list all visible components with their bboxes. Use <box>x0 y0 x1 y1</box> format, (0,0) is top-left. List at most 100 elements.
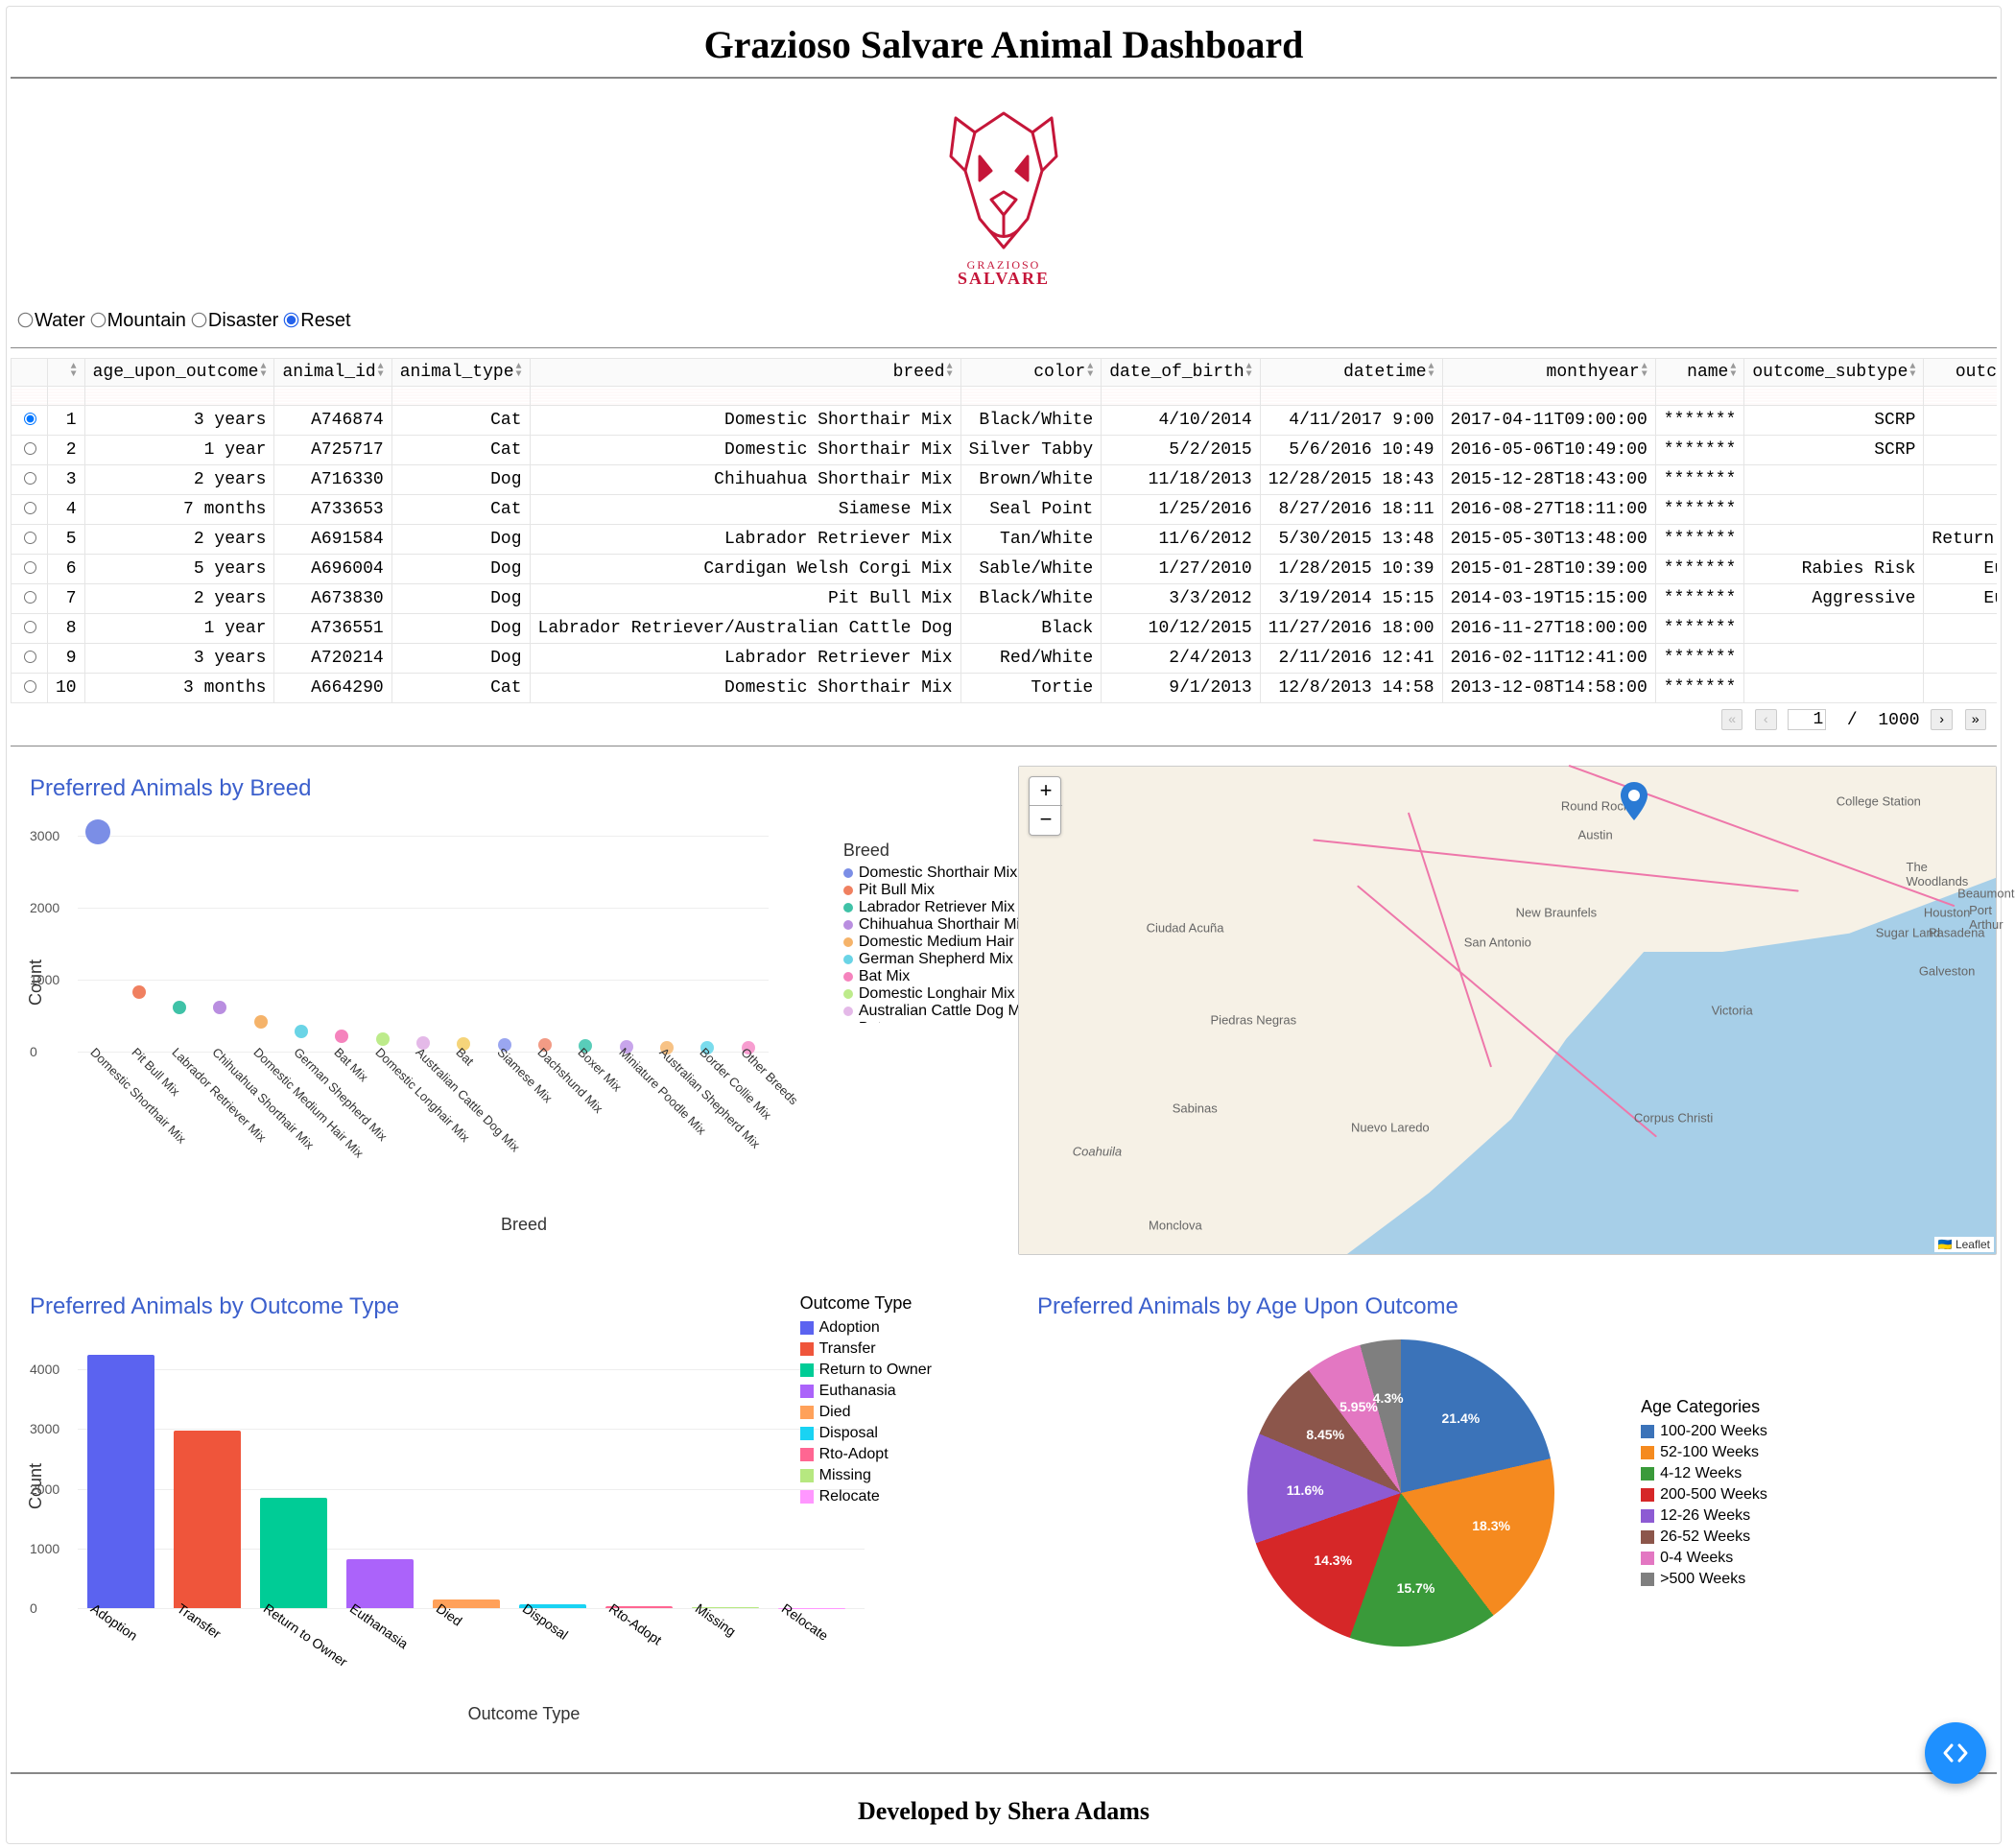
filter-cell[interactable] <box>84 387 274 406</box>
col-datetime[interactable]: datetime▲▼ <box>1260 359 1442 387</box>
pie-chart[interactable]: 21.4%18.3%15.7%14.3%11.6%8.45%5.95%4.3% <box>1247 1339 1554 1647</box>
filter-label[interactable]: Reset <box>300 310 350 331</box>
legend-item[interactable]: Bat <box>843 1020 1042 1023</box>
scatter-point[interactable] <box>376 1032 390 1046</box>
legend-item[interactable]: Bat Mix <box>843 968 1042 985</box>
filter-cell[interactable] <box>1102 387 1260 406</box>
scatter-point[interactable] <box>173 1001 186 1014</box>
legend-item[interactable]: Transfer <box>800 1339 932 1360</box>
filter-mountain[interactable] <box>90 313 106 328</box>
row-select[interactable] <box>24 442 36 455</box>
legend-item[interactable]: Labrador Retriever Mix <box>843 899 1042 916</box>
table-row[interactable]: 21 yearA725717CatDomestic Shorthair MixS… <box>12 436 1998 465</box>
scatter-point[interactable] <box>85 819 110 844</box>
col-name[interactable]: name▲▼ <box>1655 359 1744 387</box>
legend-item[interactable]: Missing <box>800 1465 932 1486</box>
zoom-in-button[interactable]: + <box>1030 777 1062 806</box>
legend-item[interactable]: 0-4 Weeks <box>1641 1548 1767 1569</box>
legend-item[interactable]: Rto-Adopt <box>800 1444 932 1465</box>
bar[interactable] <box>174 1431 241 1608</box>
row-select[interactable] <box>24 472 36 485</box>
scatter-point[interactable] <box>335 1030 348 1043</box>
filter-water[interactable] <box>18 313 34 328</box>
legend-item[interactable]: Pit Bull Mix <box>843 882 1042 899</box>
scatter-chart[interactable]: BreedDomestic Shorthair MixPit Bull MixL… <box>78 821 769 1052</box>
legend-item[interactable]: 26-52 Weeks <box>1641 1527 1767 1548</box>
filter-cell[interactable] <box>391 387 530 406</box>
legend-item[interactable]: German Shepherd Mix <box>843 951 1042 968</box>
col-date_of_birth[interactable]: date_of_birth▲▼ <box>1102 359 1260 387</box>
col-color[interactable]: color▲▼ <box>960 359 1102 387</box>
bar[interactable] <box>87 1355 154 1608</box>
legend-item[interactable]: >500 Weeks <box>1641 1569 1767 1590</box>
bar-chart[interactable]: 01000200030004000AdoptionTransferReturn … <box>78 1339 865 1608</box>
legend-item[interactable]: Domestic Medium Hair Mix <box>843 934 1042 951</box>
pager-first[interactable]: « <box>1721 709 1742 730</box>
table-row[interactable]: 52 yearsA691584DogLabrador Retriever Mix… <box>12 525 1998 555</box>
legend-item[interactable]: 200-500 Weeks <box>1641 1484 1767 1505</box>
filter-cell[interactable] <box>1442 387 1655 406</box>
filter-disaster[interactable] <box>192 313 207 328</box>
filter-cell[interactable] <box>1924 387 1997 406</box>
row-select[interactable] <box>24 561 36 574</box>
col-animal_type[interactable]: animal_type▲▼ <box>391 359 530 387</box>
scatter-point[interactable] <box>254 1015 268 1029</box>
row-select[interactable] <box>24 621 36 633</box>
row-select[interactable] <box>24 651 36 663</box>
legend-item[interactable]: 52-100 Weeks <box>1641 1442 1767 1463</box>
filter-cell[interactable] <box>48 387 85 406</box>
bar[interactable] <box>260 1498 327 1608</box>
row-select[interactable] <box>24 591 36 604</box>
legend-item[interactable]: Chihuahua Shorthair Mix <box>843 916 1042 934</box>
row-select[interactable] <box>24 680 36 693</box>
table-row[interactable]: 72 yearsA673830DogPit Bull MixBlack/Whit… <box>12 584 1998 614</box>
row-select[interactable] <box>24 502 36 514</box>
filter-cell[interactable] <box>960 387 1102 406</box>
legend-item[interactable]: Domestic Longhair Mix <box>843 985 1042 1003</box>
map-marker[interactable] <box>1621 782 1648 825</box>
legend-item[interactable]: Domestic Shorthair Mix <box>843 865 1042 882</box>
table-row[interactable]: 13 yearsA746874CatDomestic Shorthair Mix… <box>12 406 1998 436</box>
col-index[interactable]: ▲▼ <box>48 359 85 387</box>
col-outcome_subtype[interactable]: outcome_subtype▲▼ <box>1744 359 1924 387</box>
zoom-out-button[interactable]: − <box>1030 806 1062 835</box>
legend-item[interactable]: Died <box>800 1402 932 1423</box>
location-map[interactable]: + − 🇺🇦 Leaflet AustinRound RockCollege S… <box>1018 766 1997 1255</box>
scatter-point[interactable] <box>295 1025 308 1038</box>
legend-item[interactable]: Relocate <box>800 1486 932 1507</box>
table-row[interactable]: 47 monthsA733653CatSiamese MixSeal Point… <box>12 495 1998 525</box>
legend-item[interactable]: 4-12 Weeks <box>1641 1463 1767 1484</box>
legend-item[interactable]: Return to Owner <box>800 1360 932 1381</box>
filter-cell[interactable] <box>1744 387 1924 406</box>
filter-cell[interactable] <box>1655 387 1744 406</box>
filter-label[interactable]: Water <box>35 310 85 331</box>
scatter-point[interactable] <box>213 1001 226 1014</box>
row-select[interactable] <box>24 532 36 544</box>
table-row[interactable]: 32 yearsA716330DogChihuahua Shorthair Mi… <box>12 465 1998 495</box>
col-monthyear[interactable]: monthyear▲▼ <box>1442 359 1655 387</box>
filter-reset[interactable] <box>284 313 299 328</box>
legend-item[interactable]: 12-26 Weeks <box>1641 1505 1767 1527</box>
legend-item[interactable]: 100-200 Weeks <box>1641 1421 1767 1442</box>
scatter-point[interactable] <box>132 985 146 999</box>
legend-item[interactable]: Euthanasia <box>800 1381 932 1402</box>
row-select[interactable] <box>24 413 36 425</box>
legend-item[interactable]: Disposal <box>800 1423 932 1444</box>
pager-current[interactable] <box>1788 709 1826 730</box>
code-fab-button[interactable] <box>1925 1722 1986 1784</box>
filter-cell[interactable] <box>1260 387 1442 406</box>
filter-cell[interactable] <box>530 387 960 406</box>
col-outcome_type[interactable]: outcome_type▲▼ <box>1924 359 1997 387</box>
table-row[interactable]: 81 yearA736551DogLabrador Retriever/Aust… <box>12 614 1998 644</box>
filter-label[interactable]: Mountain <box>107 310 186 331</box>
filter-label[interactable]: Disaster <box>208 310 278 331</box>
filter-cell[interactable] <box>12 387 48 406</box>
table-row[interactable]: 65 yearsA696004DogCardigan Welsh Corgi M… <box>12 555 1998 584</box>
col-age_upon_outcome[interactable]: age_upon_outcome▲▼ <box>84 359 274 387</box>
legend-item[interactable]: Adoption <box>800 1317 932 1339</box>
table-row[interactable]: 93 yearsA720214DogLabrador Retriever Mix… <box>12 644 1998 674</box>
pager-prev[interactable]: ‹ <box>1755 709 1776 730</box>
leaflet-attribution[interactable]: 🇺🇦 Leaflet <box>1934 1237 1994 1252</box>
pager-next[interactable]: › <box>1931 709 1952 730</box>
col-breed[interactable]: breed▲▼ <box>530 359 960 387</box>
